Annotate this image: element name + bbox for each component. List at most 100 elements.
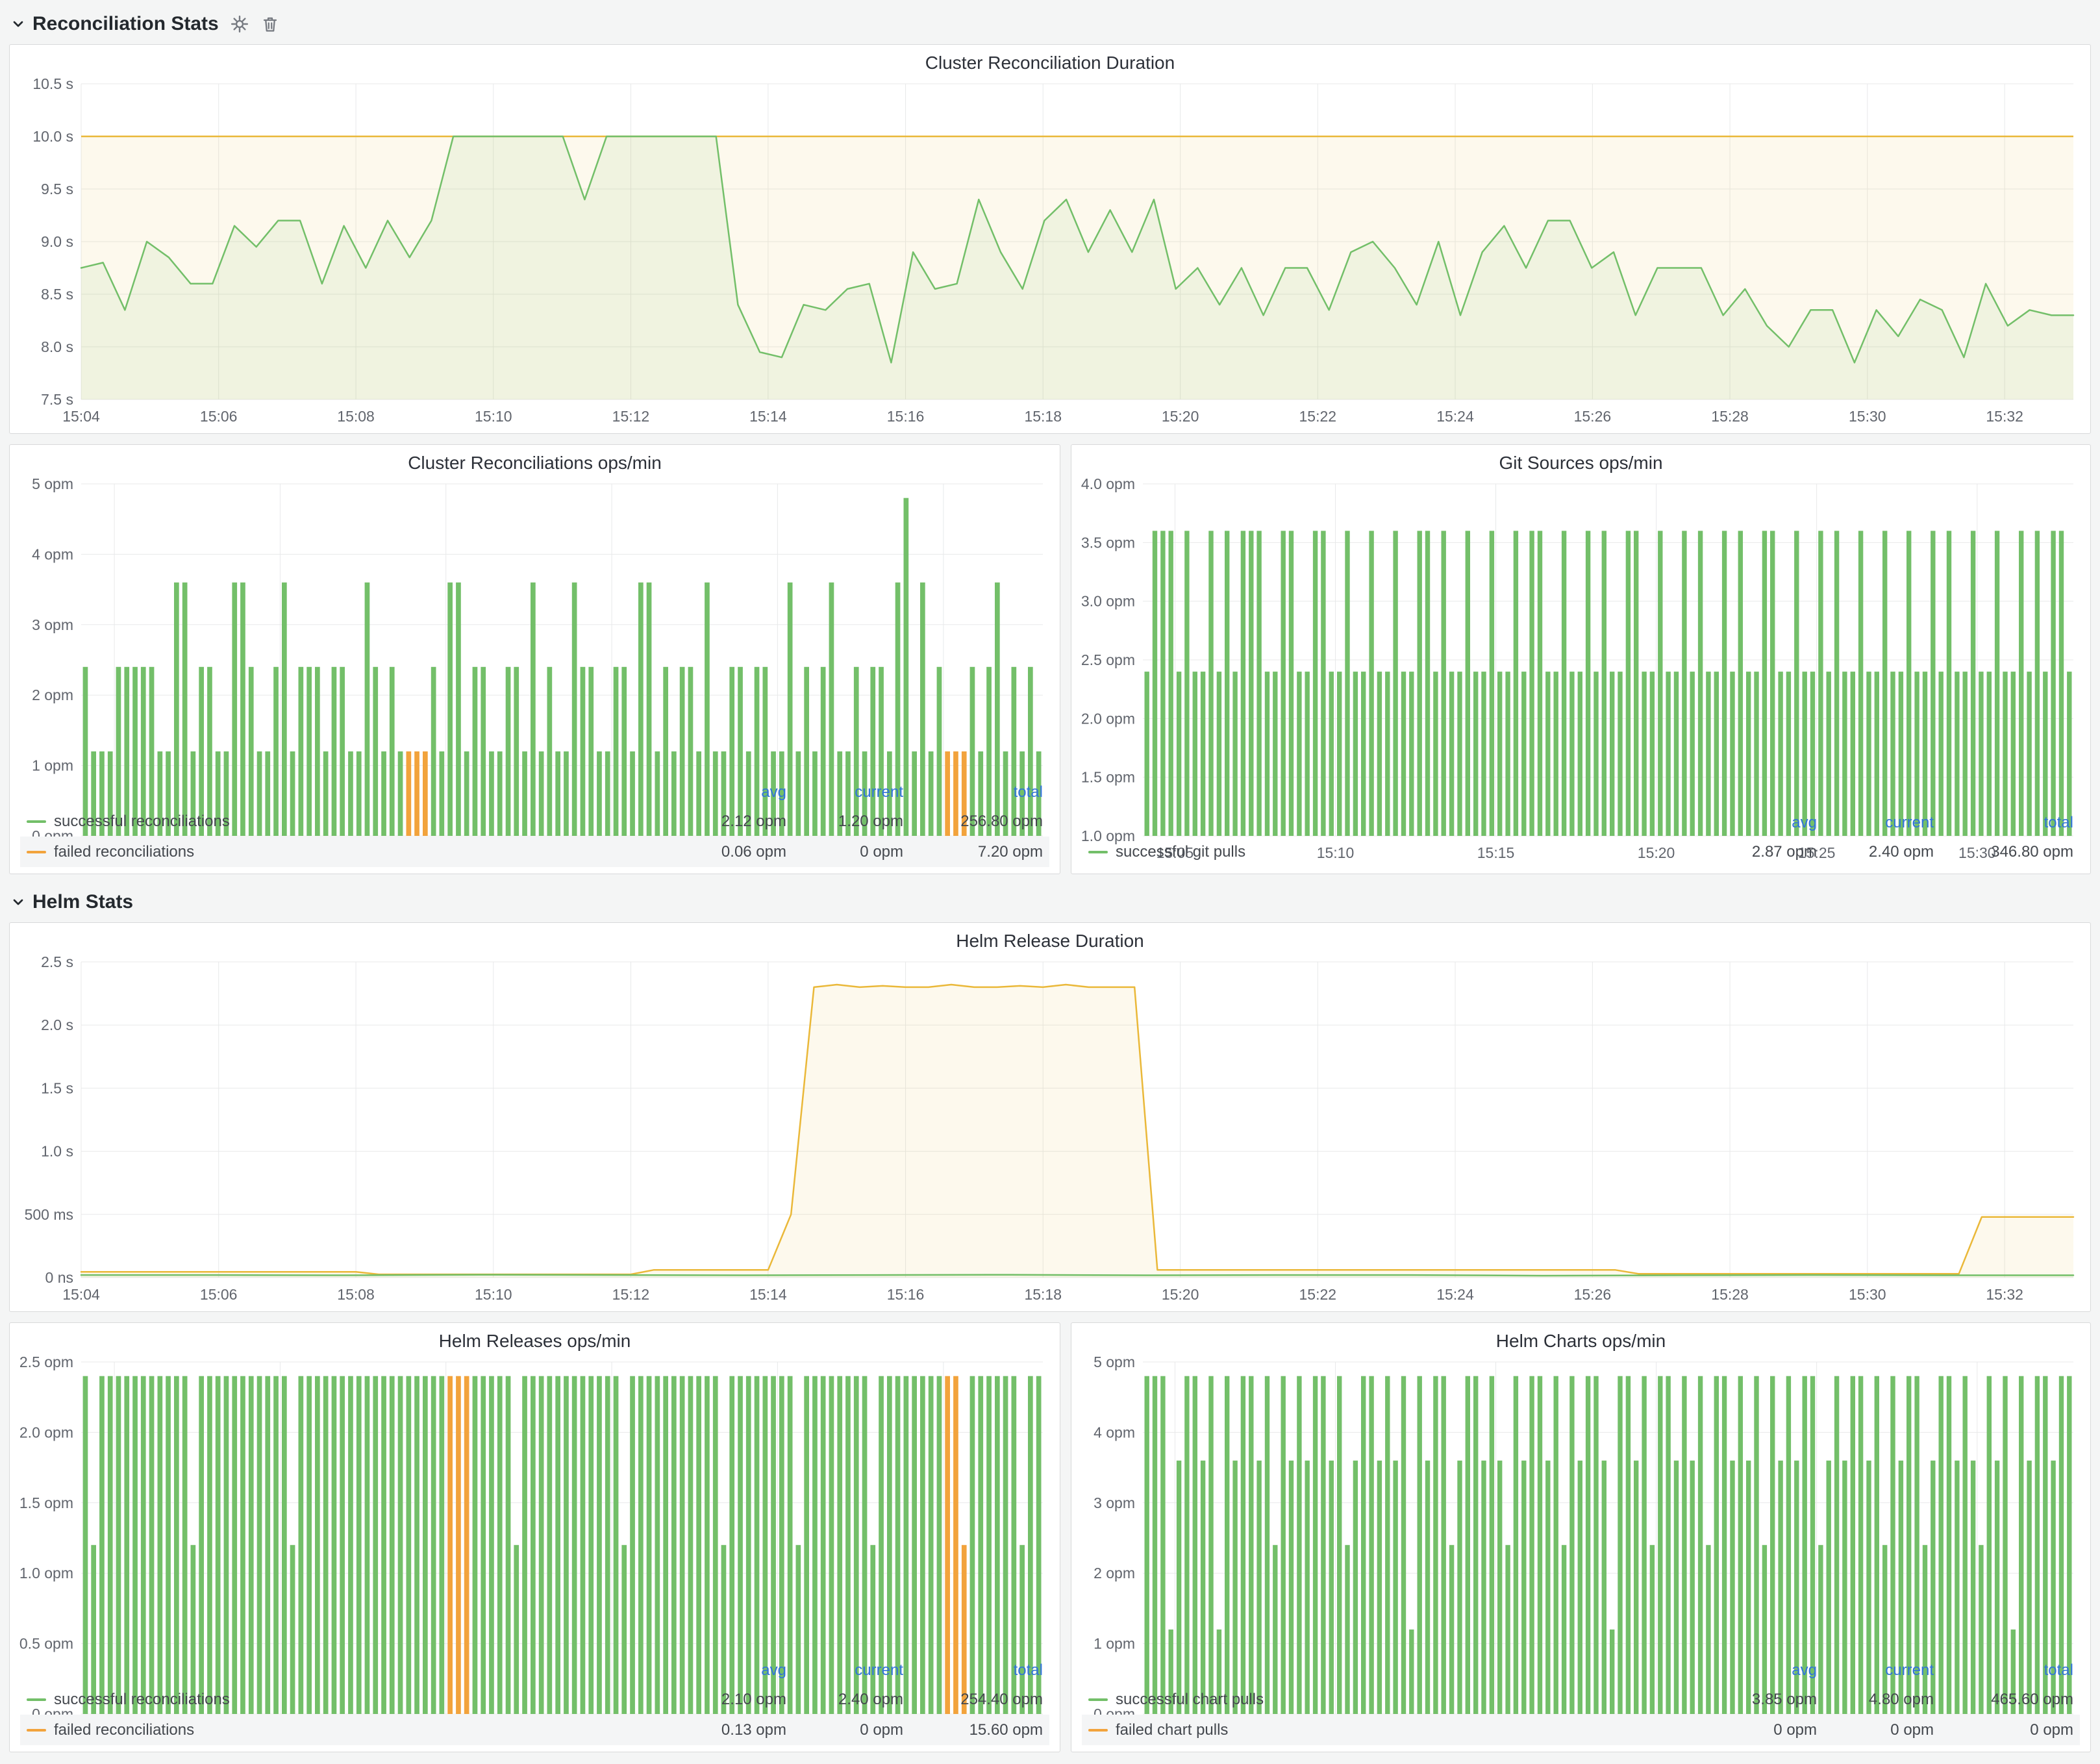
helm-release-duration-chart[interactable]: 0 ns500 ms1.0 s1.5 s2.0 s2.5 s15:0415:06… bbox=[16, 953, 2084, 1309]
legend-total-value: 254.40 opm bbox=[903, 1691, 1043, 1709]
svg-text:2.5 s: 2.5 s bbox=[41, 953, 73, 970]
series-color-swatch bbox=[1088, 1729, 1108, 1732]
svg-text:15:16: 15:16 bbox=[887, 1286, 925, 1303]
svg-text:15:10: 15:10 bbox=[475, 1286, 512, 1303]
svg-text:15:20: 15:20 bbox=[1162, 1286, 1199, 1303]
legend-row: failed chart pulls0 opm0 opm0 opm bbox=[1082, 1715, 2080, 1745]
panel-cluster-reconciliation-duration: Cluster Reconciliation Duration 7.5 s 8.0… bbox=[9, 44, 2091, 434]
legend-sort-header[interactable]: total bbox=[903, 783, 1043, 801]
legend-total-value: 0 opm bbox=[1934, 1721, 2073, 1739]
svg-text:5 opm: 5 opm bbox=[1094, 1354, 1135, 1370]
legend-sort-header[interactable]: total bbox=[1934, 814, 2073, 832]
chevron-down-icon[interactable] bbox=[10, 16, 26, 32]
panel-title[interactable]: Cluster Reconciliation Duration bbox=[16, 53, 2084, 73]
svg-text:15:12: 15:12 bbox=[612, 1286, 650, 1303]
panel-cluster-reconciliations-opm: Cluster Reconciliations ops/min 0 opm1 o… bbox=[9, 444, 1060, 874]
legend-sort-header[interactable]: current bbox=[786, 783, 903, 801]
legend-sort-header[interactable]: total bbox=[1934, 1661, 2073, 1680]
legend-sort-header[interactable]: avg bbox=[669, 1661, 786, 1680]
legend-current-value: 2.40 opm bbox=[1817, 843, 1934, 861]
legend-avg-value: 2.12 opm bbox=[669, 813, 786, 831]
legend-avg-value: 0.13 opm bbox=[669, 1721, 786, 1739]
svg-text:15:32: 15:32 bbox=[1986, 1286, 2023, 1303]
helm-charts-opm-chart[interactable]: 0 opm1 opm2 opm3 opm4 opm5 opm15:0515:10… bbox=[1078, 1353, 2084, 1657]
series-color-swatch bbox=[1088, 851, 1108, 853]
panel-title[interactable]: Git Sources ops/min bbox=[1078, 453, 2084, 473]
panel-title[interactable]: Cluster Reconciliations ops/min bbox=[16, 453, 1053, 473]
svg-text:8.0 s: 8.0 s bbox=[41, 338, 73, 355]
section-title[interactable]: Helm Stats bbox=[32, 891, 133, 913]
svg-text:1 opm: 1 opm bbox=[32, 757, 73, 774]
legend-current-value: 2.40 opm bbox=[786, 1691, 903, 1709]
svg-text:15:14: 15:14 bbox=[749, 408, 787, 425]
legend-series-name[interactable]: failed reconciliations bbox=[27, 1721, 669, 1739]
svg-text:15:22: 15:22 bbox=[1299, 1286, 1337, 1303]
svg-text:4 opm: 4 opm bbox=[32, 546, 73, 562]
panel-title[interactable]: Helm Charts ops/min bbox=[1078, 1331, 2084, 1352]
panel-title[interactable]: Helm Releases ops/min bbox=[16, 1331, 1053, 1352]
trash-icon[interactable] bbox=[260, 14, 280, 34]
svg-text:10.5 s: 10.5 s bbox=[32, 75, 73, 92]
cluster-reconciliation-duration-chart[interactable]: 7.5 s8.0 s8.5 s9.0 s9.5 s10.0 s10.5 s15:… bbox=[16, 75, 2084, 431]
svg-text:15:24: 15:24 bbox=[1436, 408, 1474, 425]
legend-sort-header[interactable]: avg bbox=[1700, 814, 1817, 832]
svg-text:2.5 opm: 2.5 opm bbox=[19, 1354, 73, 1370]
svg-text:9.5 s: 9.5 s bbox=[41, 181, 73, 197]
svg-text:15:12: 15:12 bbox=[612, 408, 650, 425]
legend-row: failed reconciliations0.13 opm0 opm15.60… bbox=[20, 1715, 1049, 1745]
section-header-helm-stats[interactable]: Helm Stats bbox=[10, 888, 2091, 916]
series-color-swatch bbox=[27, 1698, 46, 1701]
legend-series-name[interactable]: failed reconciliations bbox=[27, 843, 669, 861]
svg-text:1.0 opm: 1.0 opm bbox=[19, 1565, 73, 1581]
legend-series-name[interactable]: successful reconciliations bbox=[27, 1691, 669, 1709]
series-color-swatch bbox=[1088, 1698, 1108, 1701]
legend-sort-header[interactable]: current bbox=[1817, 814, 1934, 832]
legend: avgcurrenttotal successful reconciliation… bbox=[16, 779, 1053, 871]
legend-series-name[interactable]: successful git pulls bbox=[1088, 843, 1700, 861]
svg-text:15:08: 15:08 bbox=[337, 408, 375, 425]
gear-icon[interactable] bbox=[229, 14, 250, 34]
svg-text:1.0 s: 1.0 s bbox=[41, 1143, 73, 1160]
svg-text:15:30: 15:30 bbox=[1849, 1286, 1886, 1303]
git-sources-opm-chart[interactable]: 1.0 opm1.5 opm2.0 opm2.5 opm3.0 opm3.5 o… bbox=[1078, 475, 2084, 809]
legend-total-value: 256.80 opm bbox=[903, 813, 1043, 831]
legend-row: failed reconciliations0.06 opm0 opm7.20 … bbox=[20, 837, 1049, 867]
svg-text:15:08: 15:08 bbox=[337, 1286, 375, 1303]
legend-sort-header[interactable]: total bbox=[903, 1661, 1043, 1680]
section-header-reconciliation-stats[interactable]: Reconciliation Stats bbox=[10, 10, 2091, 38]
legend-sort-header[interactable]: avg bbox=[1700, 1661, 1817, 1680]
legend-total-value: 465.60 opm bbox=[1934, 1691, 2073, 1709]
svg-text:15:18: 15:18 bbox=[1024, 1286, 1062, 1303]
svg-text:500 ms: 500 ms bbox=[25, 1206, 73, 1223]
legend-avg-value: 3.85 opm bbox=[1700, 1691, 1817, 1709]
svg-text:1.5 s: 1.5 s bbox=[41, 1079, 73, 1096]
section-title[interactable]: Reconciliation Stats bbox=[32, 13, 219, 35]
svg-text:3.5 opm: 3.5 opm bbox=[1081, 534, 1135, 551]
legend-sort-header[interactable]: current bbox=[786, 1661, 903, 1680]
svg-text:7.5 s: 7.5 s bbox=[41, 391, 73, 408]
legend-series-name[interactable]: failed chart pulls bbox=[1088, 1721, 1700, 1739]
legend-series-name[interactable]: successful chart pulls bbox=[1088, 1691, 1700, 1709]
svg-text:15:18: 15:18 bbox=[1024, 408, 1062, 425]
legend-sort-header[interactable]: avg bbox=[669, 783, 786, 801]
svg-text:15:06: 15:06 bbox=[200, 1286, 238, 1303]
svg-text:15:28: 15:28 bbox=[1711, 1286, 1749, 1303]
legend-avg-value: 2.10 opm bbox=[669, 1691, 786, 1709]
svg-text:4.0 opm: 4.0 opm bbox=[1081, 475, 1135, 492]
helm-releases-opm-chart[interactable]: 0 opm0.5 opm1.0 opm1.5 opm2.0 opm2.5 opm… bbox=[16, 1353, 1053, 1657]
svg-text:1.5 opm: 1.5 opm bbox=[19, 1494, 73, 1511]
svg-text:0.5 opm: 0.5 opm bbox=[19, 1635, 73, 1652]
svg-text:3 opm: 3 opm bbox=[1094, 1494, 1135, 1511]
legend-sort-header[interactable]: current bbox=[1817, 1661, 1934, 1680]
panel-title[interactable]: Helm Release Duration bbox=[16, 931, 2084, 951]
legend-series-name[interactable]: successful reconciliations bbox=[27, 813, 669, 831]
svg-text:10.0 s: 10.0 s bbox=[32, 128, 73, 145]
legend-current-value: 0 opm bbox=[786, 1721, 903, 1739]
legend: avgcurrenttotal successful reconciliation… bbox=[16, 1657, 1053, 1749]
legend-avg-value: 0.06 opm bbox=[669, 843, 786, 861]
svg-text:15:06: 15:06 bbox=[200, 408, 238, 425]
chevron-down-icon[interactable] bbox=[10, 894, 26, 910]
svg-text:15:28: 15:28 bbox=[1711, 408, 1749, 425]
panel-helm-releases-opm: Helm Releases ops/min 0 opm 0.5 opm 1.0 op… bbox=[9, 1322, 1060, 1752]
cluster-reconciliations-opm-chart[interactable]: 0 opm1 opm2 opm3 opm4 opm5 opm15:0515:10… bbox=[16, 475, 1053, 779]
